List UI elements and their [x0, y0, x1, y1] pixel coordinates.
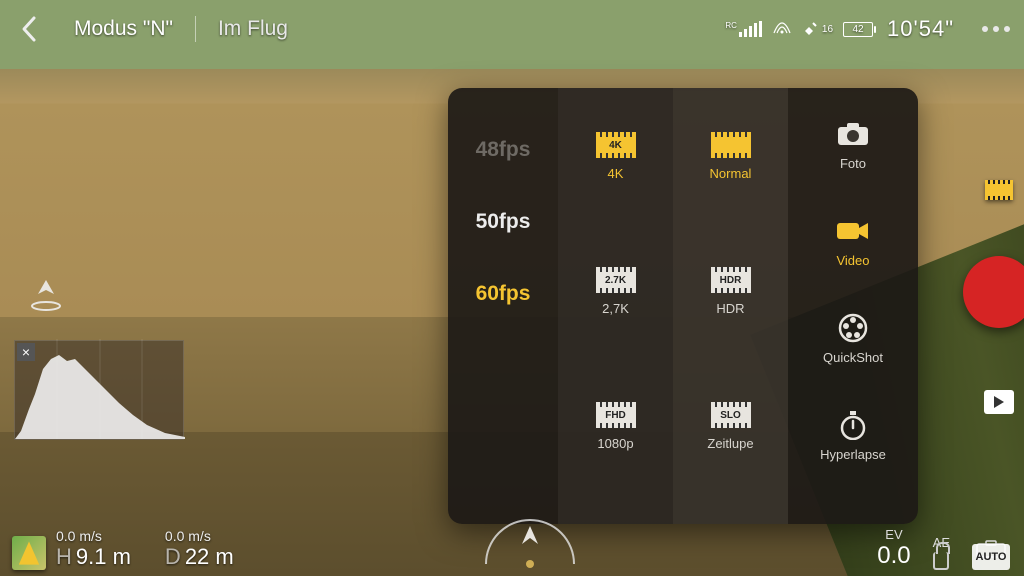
- film-icon: 2.7K: [596, 267, 636, 293]
- histogram-widget[interactable]: ×: [14, 340, 184, 440]
- fps-option-60[interactable]: 60fps: [476, 282, 531, 306]
- film-icon: SLO: [711, 402, 751, 428]
- ae-lock-control[interactable]: AE: [933, 535, 950, 570]
- status-icons: RC 16 42 10'54": [725, 16, 1010, 42]
- flight-status-label: Im Flug: [218, 17, 288, 41]
- unlock-icon: [933, 552, 949, 570]
- ev-control[interactable]: EV 0.0: [877, 527, 910, 570]
- mode-slowmotion[interactable]: SLO Zeitlupe: [707, 402, 753, 451]
- fps-option-50[interactable]: 50fps: [476, 210, 531, 234]
- camera-hyperlapse[interactable]: Hyperlapse: [820, 411, 886, 462]
- play-icon: [984, 390, 1014, 414]
- film-icon: HDR: [711, 267, 751, 293]
- film-icon: [985, 180, 1013, 200]
- right-rail: [974, 0, 1024, 576]
- film-icon: [711, 132, 751, 158]
- record-time: 10'54": [887, 16, 954, 42]
- resolution-1080p[interactable]: FHD 1080p: [596, 402, 636, 451]
- speed-d: 0.0 m/s: [165, 528, 234, 544]
- separator: [195, 16, 196, 42]
- mode-hdr[interactable]: HDR HDR: [711, 267, 751, 316]
- map-button[interactable]: [12, 536, 46, 570]
- stopwatch-icon: [835, 411, 871, 439]
- back-button[interactable]: [14, 14, 44, 44]
- resolution-4k[interactable]: 4K 4K: [596, 132, 636, 181]
- video-camera-icon: [835, 217, 871, 245]
- resolution-column: 4K 4K 2.7K 2,7K FHD 1080p: [558, 88, 673, 524]
- telemetry-bar: 0.0 m/s H9.1 m 0.0 m/s D22 m: [0, 512, 1024, 576]
- camera-foto[interactable]: Foto: [835, 120, 871, 171]
- battery-icon[interactable]: 42: [843, 22, 873, 37]
- mode-normal[interactable]: Normal: [710, 132, 752, 181]
- video-settings-panel: 48fps 50fps 60fps 4K 4K 2.7K 2,7K FHD 10…: [448, 88, 918, 524]
- camera-quickshot[interactable]: QuickShot: [823, 314, 883, 365]
- fps-option-48[interactable]: 48fps: [476, 138, 531, 162]
- film-icon: 4K: [596, 132, 636, 158]
- return-home-button[interactable]: [28, 276, 64, 312]
- camera-video[interactable]: Video: [835, 217, 871, 268]
- satellite-icon[interactable]: 16: [802, 20, 833, 38]
- film-icon: FHD: [596, 402, 636, 428]
- camera-type-column: Foto Video QuickShot Hyperlapse: [788, 88, 918, 524]
- video-mode-column: Normal HDR HDR SLO Zeitlupe: [673, 88, 788, 524]
- distance-block: 0.0 m/s D22 m: [165, 528, 234, 570]
- exposure-controls: EV 0.0 AE AUTO: [877, 527, 1010, 570]
- auto-exposure-button[interactable]: AUTO: [972, 540, 1010, 570]
- speed-h: 0.0 m/s: [56, 528, 131, 544]
- resolution-2-7k[interactable]: 2.7K 2,7K: [596, 267, 636, 316]
- playback-button[interactable]: [981, 384, 1017, 420]
- altitude-block: 0.0 m/s H9.1 m: [56, 528, 131, 570]
- rc-signal-icon[interactable]: RC: [725, 21, 762, 37]
- reel-icon: [835, 314, 871, 342]
- hd-signal-icon[interactable]: [772, 19, 792, 40]
- camera-icon: [835, 120, 871, 148]
- camera-mode-chip-button[interactable]: [981, 172, 1017, 208]
- fps-column: 48fps 50fps 60fps: [448, 88, 558, 524]
- top-bar: Modus "N" Im Flug RC 16 42 10'54": [0, 0, 1024, 58]
- flight-mode-label[interactable]: Modus "N": [74, 17, 173, 41]
